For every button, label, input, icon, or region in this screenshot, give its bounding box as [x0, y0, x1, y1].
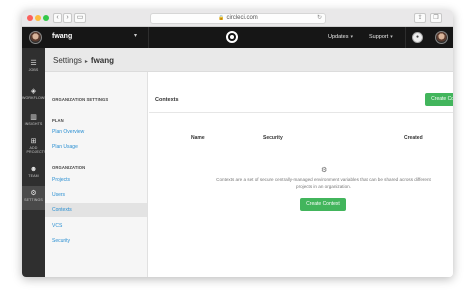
support-label: Support [369, 34, 389, 40]
settings-link-plan-usage[interactable]: Plan Usage [52, 144, 78, 150]
contexts-icon: ⚙ [321, 167, 328, 174]
settings-link-projects[interactable]: Projects [52, 177, 70, 183]
nav-item-jobs[interactable]: ☰ JOBS [22, 56, 45, 82]
nav-item-team[interactable]: ☻ TEAM [22, 162, 45, 188]
page-header: Settings ▸ fwang [45, 48, 453, 72]
chevron-right-icon: ▸ [84, 59, 88, 65]
column-header-security: Security [263, 135, 283, 141]
plan-heading: PLAN [52, 118, 64, 123]
app-topbar: fwang ▾ Updates ▾ Support ▾ ● [22, 27, 453, 48]
team-icon: ☻ [29, 166, 38, 173]
contexts-panel: Contexts Create Context Name Security Cr… [149, 72, 453, 277]
org-avatar[interactable] [29, 31, 42, 44]
reload-icon[interactable]: ↻ [317, 14, 322, 23]
org-switcher-label[interactable]: fwang [52, 33, 72, 40]
close-window-button[interactable] [27, 15, 33, 21]
left-nav: ☰ JOBS ◈ WORKFLOWS ▥ INSIGHTS ⊞ ADD PROJ… [22, 48, 47, 277]
user-avatar[interactable] [435, 31, 448, 44]
workflows-icon: ◈ [30, 88, 37, 95]
divider [148, 27, 149, 48]
settings-icon: ⚙ [30, 190, 37, 197]
empty-state-text: Contexts are a set of secure centrally-m… [216, 177, 431, 189]
forward-icon[interactable]: › [63, 13, 72, 23]
tabs-icon[interactable]: ❐ [430, 13, 442, 23]
nav-label: JOBS [28, 68, 39, 72]
lock-icon: 🔒 [218, 15, 225, 21]
organization-heading: ORGANIZATION [52, 165, 86, 170]
back-icon[interactable]: ‹ [53, 13, 62, 23]
address-bar[interactable]: 🔒 circleci.com ↻ [150, 13, 326, 24]
updates-menu[interactable]: Updates ▾ [328, 34, 353, 40]
jobs-icon: ☰ [30, 60, 37, 67]
browser-window: ‹ › ▭ 🔒 circleci.com ↻ ⇪ ❐ fwang ▾ Update… [22, 10, 453, 277]
nav-item-add-projects[interactable]: ⊞ ADD PROJECTS [22, 134, 47, 164]
nav-item-insights[interactable]: ▥ INSIGHTS [22, 110, 45, 136]
breadcrumb: Settings ▸ fwang [53, 56, 114, 65]
column-header-created: Created [404, 135, 423, 141]
settings-sidebar: ORGANIZATION SETTINGS PLAN Plan Overview… [45, 72, 148, 277]
page-title: Contexts [155, 97, 179, 103]
divider [405, 27, 406, 48]
user-menu-icon[interactable]: ● [412, 32, 423, 43]
divider [149, 112, 453, 113]
nav-label: WORKFLOWS [22, 96, 47, 100]
empty-create-context-button[interactable]: Create Context [300, 198, 346, 211]
add-projects-icon: ⊞ [30, 138, 37, 145]
settings-link-contexts[interactable]: Contexts [52, 207, 72, 213]
chevron-down-icon: ▾ [390, 34, 393, 40]
breadcrumb-org: fwang [90, 56, 115, 65]
zoom-window-button[interactable] [43, 15, 49, 21]
settings-link-security[interactable]: Security [52, 238, 70, 244]
settings-link-vcs[interactable]: VCS [52, 223, 62, 229]
breadcrumb-section[interactable]: Settings [53, 56, 82, 65]
chevron-down-icon[interactable]: ▾ [134, 32, 137, 39]
nav-item-settings[interactable]: ⚙ SETTINGS [22, 186, 45, 210]
support-menu[interactable]: Support ▾ [369, 34, 393, 40]
nav-label: TEAM [28, 174, 39, 178]
circleci-logo[interactable] [226, 31, 238, 43]
settings-link-plan-overview[interactable]: Plan Overview [52, 129, 84, 135]
create-context-button[interactable]: Create Context [425, 93, 453, 106]
minimize-window-button[interactable] [35, 15, 41, 21]
share-icon[interactable]: ⇪ [414, 13, 426, 23]
settings-link-users[interactable]: Users [52, 192, 65, 198]
nav-label: SETTINGS [24, 198, 43, 202]
nav-label: INSIGHTS [24, 122, 43, 126]
column-header-name: Name [191, 135, 205, 141]
insights-icon: ▥ [30, 114, 37, 121]
sidebar-toggle-icon[interactable]: ▭ [74, 13, 86, 23]
nav-label: ADD PROJECTS [26, 146, 47, 155]
address-bar-url: circleci.com [226, 15, 258, 21]
chevron-down-icon: ▾ [350, 34, 354, 40]
nav-item-workflows[interactable]: ◈ WORKFLOWS [22, 84, 47, 110]
updates-label: Updates [328, 34, 349, 40]
browser-chrome: ‹ › ▭ 🔒 circleci.com ↻ ⇪ ❐ [22, 10, 453, 27]
org-settings-heading: ORGANIZATION SETTINGS [52, 97, 109, 102]
